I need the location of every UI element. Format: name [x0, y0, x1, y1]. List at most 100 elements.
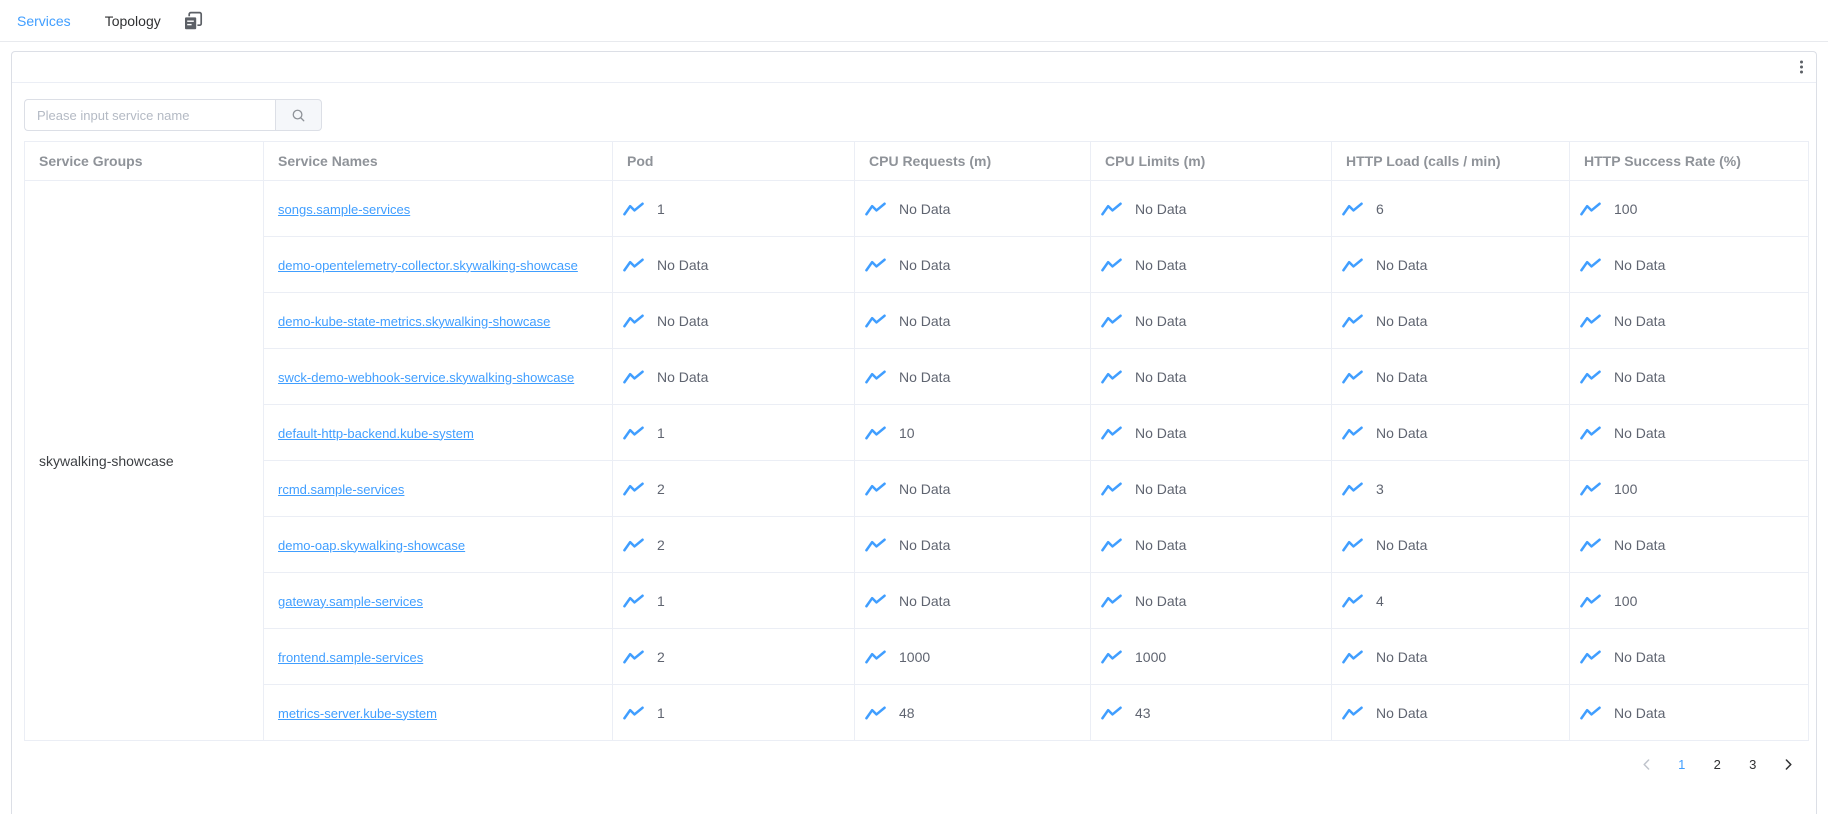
http-load-cell: No Data: [1332, 629, 1570, 685]
http-success-rate-cell: No Data: [1570, 293, 1809, 349]
service-name-link[interactable]: demo-kube-state-metrics.skywalking-showc…: [278, 314, 550, 329]
line-chart-icon: [1580, 258, 1601, 272]
line-chart-icon: [865, 258, 886, 272]
http-success-rate-cell: 100: [1570, 573, 1809, 629]
service-name-link[interactable]: rcmd.sample-services: [278, 482, 404, 497]
metric-value: No Data: [1135, 313, 1186, 329]
col-header-pod: Pod: [613, 142, 855, 181]
line-chart-icon: [1342, 706, 1363, 720]
service-name-link[interactable]: frontend.sample-services: [278, 650, 423, 665]
copy-document-icon[interactable]: [183, 11, 203, 31]
line-chart-icon: [1580, 538, 1601, 552]
line-chart-icon: [1342, 314, 1363, 328]
cpu-requests-cell: No Data: [855, 461, 1091, 517]
pagination: 1 2 3: [24, 753, 1806, 775]
line-chart-icon: [623, 258, 644, 272]
line-chart-icon: [623, 706, 644, 720]
metric-value: No Data: [899, 369, 950, 385]
cpu-requests-cell: No Data: [855, 237, 1091, 293]
pagination-page-3[interactable]: 3: [1735, 753, 1771, 775]
metric-value: 4: [1376, 593, 1384, 609]
service-name-link[interactable]: swck-demo-webhook-service.skywalking-sho…: [278, 370, 574, 385]
pagination-prev-button[interactable]: [1629, 753, 1665, 775]
metric-value: 100: [1614, 593, 1637, 609]
services-table: Service Groups Service Names Pod CPU Req…: [24, 141, 1809, 741]
pod-cell: 2: [613, 629, 855, 685]
metric-value: No Data: [1614, 425, 1665, 441]
panel-header: [12, 52, 1816, 83]
col-header-service-names: Service Names: [264, 142, 613, 181]
line-chart-icon: [1342, 594, 1363, 608]
col-header-service-groups: Service Groups: [25, 142, 264, 181]
pagination-next-button[interactable]: [1771, 753, 1807, 775]
metric-value: No Data: [899, 537, 950, 553]
table-row: swck-demo-webhook-service.skywalking-sho…: [25, 349, 1809, 405]
metric-value: No Data: [1376, 537, 1427, 553]
metric-value: No Data: [657, 369, 708, 385]
col-header-cpu-limits: CPU Limits (m): [1091, 142, 1332, 181]
metric-value: 1000: [899, 649, 930, 665]
metric-value: No Data: [899, 201, 950, 217]
pod-cell: 1: [613, 405, 855, 461]
http-success-rate-cell: No Data: [1570, 349, 1809, 405]
line-chart-icon: [1101, 258, 1122, 272]
search-button[interactable]: [275, 99, 322, 131]
service-name-cell: default-http-backend.kube-system: [264, 405, 613, 461]
table-row: skywalking-showcasesongs.sample-services…: [25, 181, 1809, 237]
line-chart-icon: [865, 650, 886, 664]
http-success-rate-cell: No Data: [1570, 629, 1809, 685]
table-header-row: Service Groups Service Names Pod CPU Req…: [25, 142, 1809, 181]
service-name-link[interactable]: metrics-server.kube-system: [278, 706, 437, 721]
pagination-page-1[interactable]: 1: [1664, 753, 1700, 775]
http-load-cell: No Data: [1332, 237, 1570, 293]
cpu-limits-cell: No Data: [1091, 293, 1332, 349]
service-search-group: [24, 99, 322, 131]
service-name-cell: gateway.sample-services: [264, 573, 613, 629]
metric-value: 1: [657, 593, 665, 609]
service-name-link[interactable]: songs.sample-services: [278, 202, 410, 217]
service-name-link[interactable]: demo-oap.skywalking-showcase: [278, 538, 465, 553]
service-name-link[interactable]: demo-opentelemetry-collector.skywalking-…: [278, 258, 578, 273]
metric-value: No Data: [657, 257, 708, 273]
service-name-cell: songs.sample-services: [264, 181, 613, 237]
metric-value: 43: [1135, 705, 1151, 721]
metric-value: No Data: [1376, 313, 1427, 329]
metric-value: No Data: [1135, 537, 1186, 553]
cpu-requests-cell: No Data: [855, 349, 1091, 405]
line-chart-icon: [1580, 314, 1601, 328]
tab-topology[interactable]: Topology: [105, 13, 161, 29]
line-chart-icon: [623, 314, 644, 328]
line-chart-icon: [623, 538, 644, 552]
tab-services[interactable]: Services: [17, 13, 71, 29]
cpu-limits-cell: No Data: [1091, 405, 1332, 461]
search-input[interactable]: [24, 99, 275, 131]
metric-value: 1: [657, 705, 665, 721]
http-success-rate-cell: No Data: [1570, 685, 1809, 741]
line-chart-icon: [623, 370, 644, 384]
metric-value: No Data: [899, 481, 950, 497]
cpu-requests-cell: 48: [855, 685, 1091, 741]
http-success-rate-cell: 100: [1570, 461, 1809, 517]
pagination-page-2[interactable]: 2: [1700, 753, 1736, 775]
metric-value: No Data: [1614, 537, 1665, 553]
metric-value: No Data: [1614, 705, 1665, 721]
table-row: rcmd.sample-services2No DataNo Data3100: [25, 461, 1809, 517]
service-name-cell: swck-demo-webhook-service.skywalking-sho…: [264, 349, 613, 405]
chevron-right-icon: [1783, 758, 1794, 771]
kebab-menu-icon[interactable]: [1797, 58, 1806, 77]
col-header-cpu-requests: CPU Requests (m): [855, 142, 1091, 181]
col-header-http-success: HTTP Success Rate (%): [1570, 142, 1809, 181]
line-chart-icon: [1342, 650, 1363, 664]
service-name-link[interactable]: gateway.sample-services: [278, 594, 423, 609]
metric-value: No Data: [1376, 649, 1427, 665]
line-chart-icon: [1101, 594, 1122, 608]
line-chart-icon: [1101, 706, 1122, 720]
line-chart-icon: [1580, 482, 1601, 496]
cpu-limits-cell: No Data: [1091, 517, 1332, 573]
line-chart-icon: [1101, 538, 1122, 552]
line-chart-icon: [865, 538, 886, 552]
metric-value: 48: [899, 705, 915, 721]
metric-value: 1: [657, 425, 665, 441]
service-name-link[interactable]: default-http-backend.kube-system: [278, 426, 474, 441]
metric-value: 6: [1376, 201, 1384, 217]
